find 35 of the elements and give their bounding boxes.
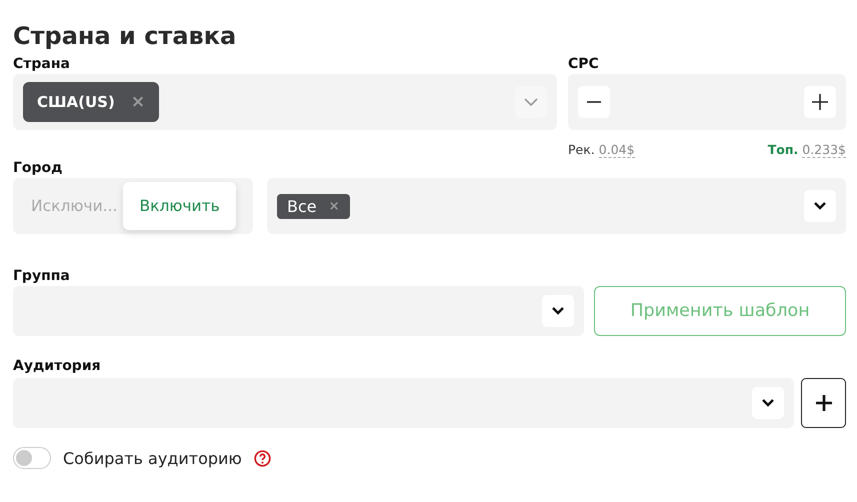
field-label: Группа	[13, 267, 70, 286]
plus-icon	[816, 395, 832, 411]
mode-tab[interactable]: Включить	[123, 182, 236, 230]
dropdown-button[interactable]	[542, 295, 574, 327]
chevron-down-icon	[814, 202, 826, 210]
remove-tag-button[interactable]: ×	[328, 198, 340, 214]
field-label: CPC	[568, 55, 599, 74]
top-label: Топ.	[768, 142, 798, 157]
field-label: Страна	[13, 55, 70, 74]
decrement-button[interactable]	[578, 86, 610, 118]
chevron-down-icon	[762, 399, 774, 407]
tag-text: Все	[287, 196, 317, 216]
minus-icon	[587, 101, 601, 103]
tag-text: США(US)	[37, 93, 115, 111]
mode-tab[interactable]: Исключи...	[13, 182, 124, 230]
section-title: Страна и ставка	[13, 21, 238, 52]
recommended-label: Рек.	[568, 142, 595, 157]
field-label: Город	[13, 159, 62, 178]
field-label: Аудитория	[13, 357, 101, 376]
remove-tag-button[interactable]: ×	[130, 92, 146, 112]
add-button[interactable]	[801, 378, 846, 428]
toggle-label: Собирать аудиторию	[63, 448, 242, 468]
dropdown-button[interactable]	[804, 190, 836, 222]
increment-button[interactable]	[804, 86, 836, 118]
toggle-switch[interactable]	[13, 447, 51, 469]
city-select[interactable]: Все ×	[267, 178, 846, 234]
country-select[interactable]: США(US) ×	[13, 74, 557, 130]
recommended-value[interactable]: 0.04$	[598, 142, 635, 158]
help-icon[interactable]	[254, 450, 271, 466]
apply-template-button[interactable]: Применить шаблон	[594, 286, 846, 336]
chevron-down-icon	[552, 307, 564, 315]
dropdown-button[interactable]	[752, 387, 784, 419]
top-value[interactable]: 0.233$	[802, 142, 846, 158]
plus-icon	[812, 94, 828, 110]
chevron-down-icon	[524, 98, 538, 106]
